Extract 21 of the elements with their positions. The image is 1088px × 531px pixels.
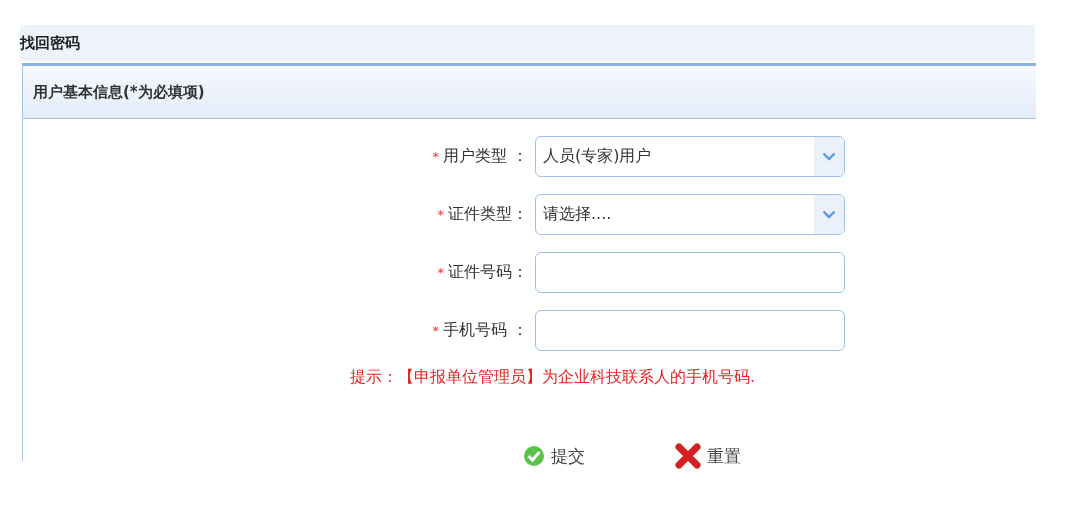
field-label: 证件类型： [448, 203, 528, 225]
input-field[interactable] [535, 251, 845, 293]
chevron-down-icon [822, 151, 836, 161]
hint-text: 提示：【申报单位管理员】为企业科技联系人的手机号码. [350, 367, 757, 388]
reset-button[interactable]: 重置 [675, 443, 741, 469]
required-mark: * [437, 264, 444, 280]
required-mark: * [437, 206, 444, 222]
required-mark: * [432, 148, 439, 164]
select-field[interactable]: 请选择.... [535, 193, 845, 235]
checkmark-icon [523, 445, 545, 467]
close-icon [675, 443, 701, 469]
field-label: 手机号码 ： [442, 319, 528, 341]
field-label: 证件号码： [448, 261, 528, 283]
select-field[interactable]: 人员(专家)用户 [535, 135, 845, 177]
chevron-down-icon [822, 209, 836, 219]
page-title: 找回密码 [20, 33, 80, 53]
field-label: 用户类型 ： [442, 145, 528, 167]
input-field[interactable] [535, 309, 845, 351]
panel-title: 用户基本信息(*为必填项) [33, 82, 205, 102]
submit-button[interactable]: 提交 [523, 443, 585, 469]
required-mark: * [432, 322, 439, 338]
